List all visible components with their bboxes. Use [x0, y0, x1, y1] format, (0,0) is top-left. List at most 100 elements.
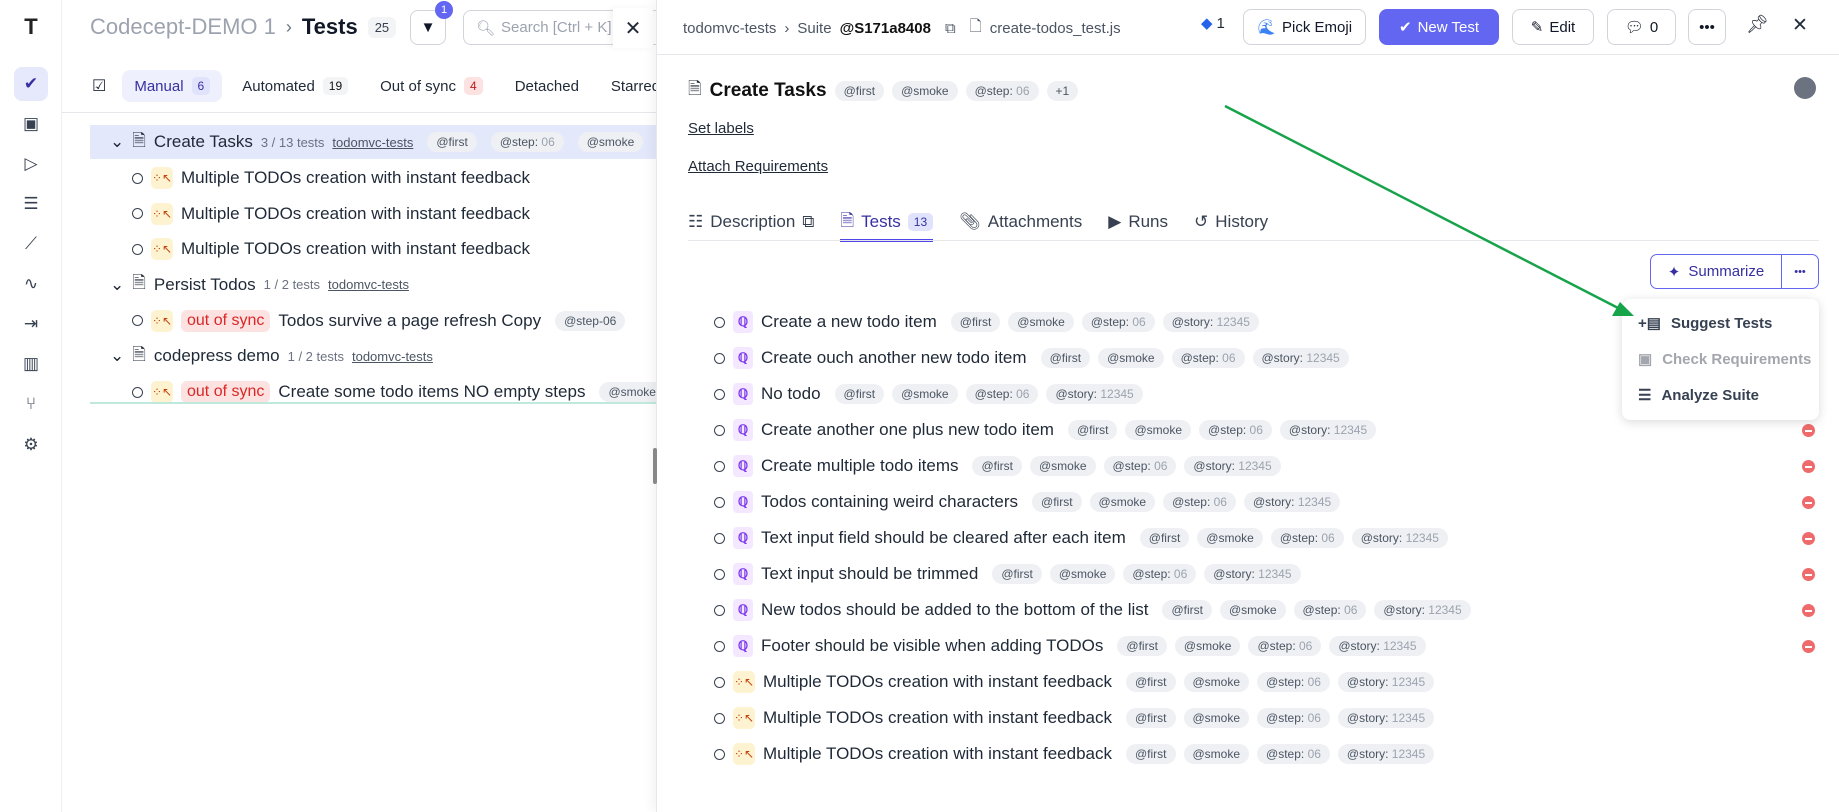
- tag[interactable]: @step: 06: [965, 384, 1039, 404]
- test-row[interactable]: ℚ Create ouch another new todo item @first…: [714, 343, 1349, 373]
- test-row[interactable]: ⁘↖ Multiple TODOs creation with instant f…: [714, 739, 1435, 769]
- import-icon[interactable]: ⇥: [14, 307, 48, 341]
- tab-attachments[interactable]: 📎︎ Attachments: [959, 204, 1082, 240]
- tab-out-of-sync[interactable]: Out of sync 4: [368, 70, 495, 102]
- tab-automated[interactable]: Automated 19: [230, 70, 360, 102]
- tag[interactable]: @story: 12345: [1204, 564, 1301, 584]
- tag[interactable]: @smoke: [1174, 636, 1241, 656]
- suitcase-icon[interactable]: ▣: [14, 107, 48, 141]
- tag[interactable]: @smoke: [892, 80, 958, 101]
- tab-runs[interactable]: ▶ Runs: [1108, 204, 1168, 240]
- chevron-down-icon[interactable]: ⌄: [110, 275, 124, 295]
- attach-requirements-link[interactable]: Attach Requirements: [688, 158, 828, 175]
- test-row[interactable]: ℚ Create a new todo item @first @smoke @step…: [714, 307, 1259, 337]
- suite-row[interactable]: ⌄ 🗎 Persist Todos 1 / 2 tests todomvc-tests: [90, 268, 656, 302]
- tab-description[interactable]: ☷ Description ⧉: [688, 204, 814, 240]
- tag[interactable]: @story: 12345: [1351, 528, 1448, 548]
- comments-button[interactable]: 💬︎ 0: [1607, 9, 1676, 45]
- suite-row[interactable]: ⌄ 🗎 codepress demo 1 / 2 tests todomvc-tests: [90, 339, 656, 373]
- tag[interactable]: @smoke: [1049, 564, 1116, 584]
- tag[interactable]: @smoke: [1008, 312, 1074, 332]
- tab-manual[interactable]: Manual 6: [122, 70, 223, 102]
- tag[interactable]: @step: 06: [1248, 636, 1322, 656]
- tag[interactable]: @story: 12345: [1279, 420, 1377, 440]
- tag[interactable]: @smoke: [1089, 492, 1156, 512]
- tag[interactable]: @smoke: [577, 132, 644, 152]
- tag[interactable]: @smoke: [1030, 456, 1096, 476]
- steps-icon[interactable]: ⟋: [14, 227, 48, 261]
- tag[interactable]: @first: [992, 564, 1042, 584]
- tag[interactable]: @step: 06: [1163, 492, 1236, 512]
- test-row[interactable]: ℚ Create another one plus new todo item @f…: [714, 415, 1377, 445]
- tag[interactable]: @smoke: [1125, 420, 1192, 440]
- tests-nav-icon[interactable]: ✔: [14, 67, 48, 101]
- test-row[interactable]: ℚ Create multiple todo items @first @smoke @…: [714, 451, 1281, 481]
- tag[interactable]: @smoke: [1183, 744, 1250, 764]
- tag[interactable]: @step: 06: [1103, 456, 1177, 476]
- breadcrumb-project[interactable]: todomvc-tests: [683, 20, 776, 37]
- tag[interactable]: @first: [1117, 636, 1167, 656]
- tag[interactable]: @first: [1040, 348, 1091, 368]
- remove-test-icon[interactable]: [1802, 604, 1815, 617]
- tag[interactable]: @story: 12345: [1329, 636, 1426, 656]
- chevron-down-icon[interactable]: ⌄: [110, 132, 124, 152]
- remove-test-icon[interactable]: [1802, 496, 1815, 509]
- test-row[interactable]: ℚ Text input field should be cleared afte…: [714, 523, 1448, 553]
- tag[interactable]: @first: [1125, 744, 1176, 764]
- tag[interactable]: +1: [1046, 80, 1079, 101]
- chart-icon[interactable]: ▥: [14, 347, 48, 381]
- new-test-button[interactable]: ✔ New Test: [1379, 9, 1499, 45]
- tab-detached[interactable]: Detached: [503, 71, 591, 102]
- tag[interactable]: @first: [1125, 672, 1176, 692]
- remove-test-icon[interactable]: [1802, 640, 1815, 653]
- tag[interactable]: @story: 12345: [1374, 600, 1471, 620]
- test-row[interactable]: ⁘↖ Multiple TODOs creation with instant f…: [90, 197, 656, 231]
- file-name[interactable]: create-todos_test.js: [990, 20, 1121, 37]
- tag[interactable]: @step: 06: [490, 132, 564, 152]
- test-row[interactable]: ⁘↖ out of sync Todos survive a page refres…: [90, 304, 656, 338]
- tag[interactable]: @smoke: [599, 382, 656, 402]
- chevron-down-icon[interactable]: ⌄: [110, 346, 124, 366]
- test-row[interactable]: ℚ Text input should be trimmed @first @smok…: [714, 559, 1301, 589]
- suite-project-link[interactable]: todomvc-tests: [328, 277, 409, 292]
- project-name[interactable]: Codecept-DEMO 1: [90, 14, 276, 40]
- suite-project-link[interactable]: todomvc-tests: [332, 135, 413, 150]
- tag[interactable]: @step: 06: [1081, 312, 1155, 332]
- tab-tests[interactable]: 🗎 Tests 13: [840, 204, 934, 242]
- assignee-avatar-icon[interactable]: [1794, 77, 1816, 99]
- tag[interactable]: @first: [1162, 600, 1212, 620]
- tag[interactable]: @step: 06: [1123, 564, 1197, 584]
- more-button[interactable]: •••: [1688, 9, 1726, 45]
- tag[interactable]: @smoke: [1183, 708, 1250, 728]
- menu-item-suggest-tests[interactable]: +▤ Suggest Tests: [1622, 305, 1819, 341]
- tag[interactable]: @first: [834, 384, 885, 404]
- suite-project-link[interactable]: todomvc-tests: [352, 349, 433, 364]
- play-circle-icon[interactable]: ▷: [14, 147, 48, 181]
- tag[interactable]: @story: 12345: [1162, 312, 1259, 332]
- menu-item-analyze-suite[interactable]: ☰ Analyze Suite: [1622, 377, 1819, 413]
- gear-icon[interactable]: ⚙: [14, 428, 48, 462]
- test-row[interactable]: ℚ No todo @first @smoke @step: 06 @story: 123…: [714, 379, 1143, 409]
- edit-button[interactable]: ✎ Edit: [1512, 9, 1594, 45]
- tag[interactable]: @story: 12345: [1337, 708, 1435, 728]
- logo-icon[interactable]: T: [14, 10, 48, 44]
- copy-icon[interactable]: ⧉: [802, 212, 814, 232]
- tag[interactable]: @smoke: [1197, 528, 1263, 548]
- tag[interactable]: @first: [1139, 528, 1190, 548]
- tab-history[interactable]: ↺ History: [1194, 204, 1268, 240]
- test-row[interactable]: ⁘↖ Multiple TODOs creation with instant f…: [714, 667, 1435, 697]
- list-check-icon[interactable]: ☰: [14, 187, 48, 221]
- test-row[interactable]: ⁘↖ Multiple TODOs creation with instant f…: [714, 703, 1435, 733]
- close-icon[interactable]: ✕: [1792, 14, 1808, 37]
- tag[interactable]: @story: 12345: [1252, 348, 1349, 368]
- branch-icon[interactable]: ⑂: [14, 387, 48, 421]
- tag[interactable]: @story: 12345: [1337, 672, 1435, 692]
- tag[interactable]: @smoke: [1183, 672, 1250, 692]
- test-row[interactable]: ℚ Todos containing weird characters @first…: [714, 487, 1341, 517]
- test-row[interactable]: ⁘↖ Multiple TODOs creation with instant f…: [90, 161, 656, 195]
- jira-link[interactable]: ◆ 1: [1201, 14, 1225, 33]
- remove-test-icon[interactable]: [1802, 424, 1815, 437]
- tag[interactable]: @story: 12345: [1184, 456, 1281, 476]
- tag[interactable]: @first: [1125, 708, 1176, 728]
- close-search-icon[interactable]: ✕: [613, 8, 653, 48]
